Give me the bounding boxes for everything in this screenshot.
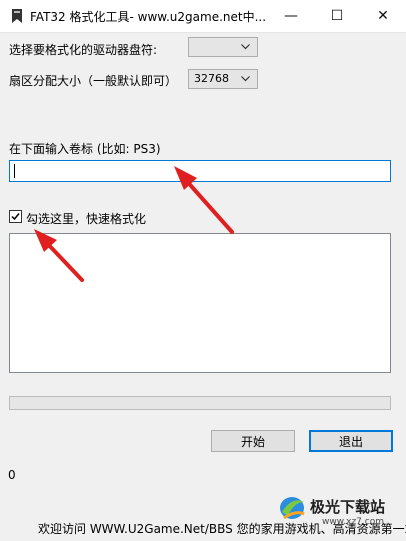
- quick-format-label[interactable]: 勾选这里，快速格式化: [26, 210, 146, 227]
- close-button[interactable]: ✕: [360, 0, 406, 32]
- cluster-size-label: 扇区分配大小（一般默认即可）: [9, 74, 178, 88]
- drive-select[interactable]: [188, 37, 258, 57]
- window-title: FAT32 格式化工具- www.u2game.net中...: [30, 10, 267, 24]
- volume-label-input[interactable]: [9, 160, 391, 182]
- exit-button[interactable]: 退出: [309, 430, 393, 452]
- start-button[interactable]: 开始: [211, 430, 295, 452]
- title-bar: FAT32 格式化工具- www.u2game.net中... — ☐ ✕: [0, 0, 406, 33]
- log-list[interactable]: [9, 233, 391, 373]
- watermark-url: www.xz7.com: [322, 517, 384, 527]
- volume-label-prompt: 在下面输入卷标 (比如: PS3): [9, 142, 161, 156]
- watermark-logo: 极光下载站 www.xz7.com: [280, 497, 385, 527]
- progress-bar: [9, 396, 391, 410]
- chevron-down-icon: [241, 44, 250, 50]
- status-count: 0: [8, 468, 16, 482]
- cluster-size-value: 32768: [194, 72, 229, 85]
- aurora-logo-icon: [280, 497, 305, 520]
- checkmark-icon: [11, 213, 20, 221]
- quick-format-checkbox[interactable]: [9, 210, 22, 223]
- cluster-size-select[interactable]: 32768: [188, 69, 258, 89]
- drive-label: 选择要格式化的驱动器盘符:: [9, 43, 158, 57]
- maximize-button[interactable]: ☐: [314, 0, 360, 32]
- app-icon: [12, 9, 22, 23]
- watermark-text: 极光下载站: [310, 498, 385, 516]
- text-caret: [14, 164, 15, 178]
- minimize-button[interactable]: —: [268, 0, 314, 32]
- chevron-down-icon: [241, 76, 250, 82]
